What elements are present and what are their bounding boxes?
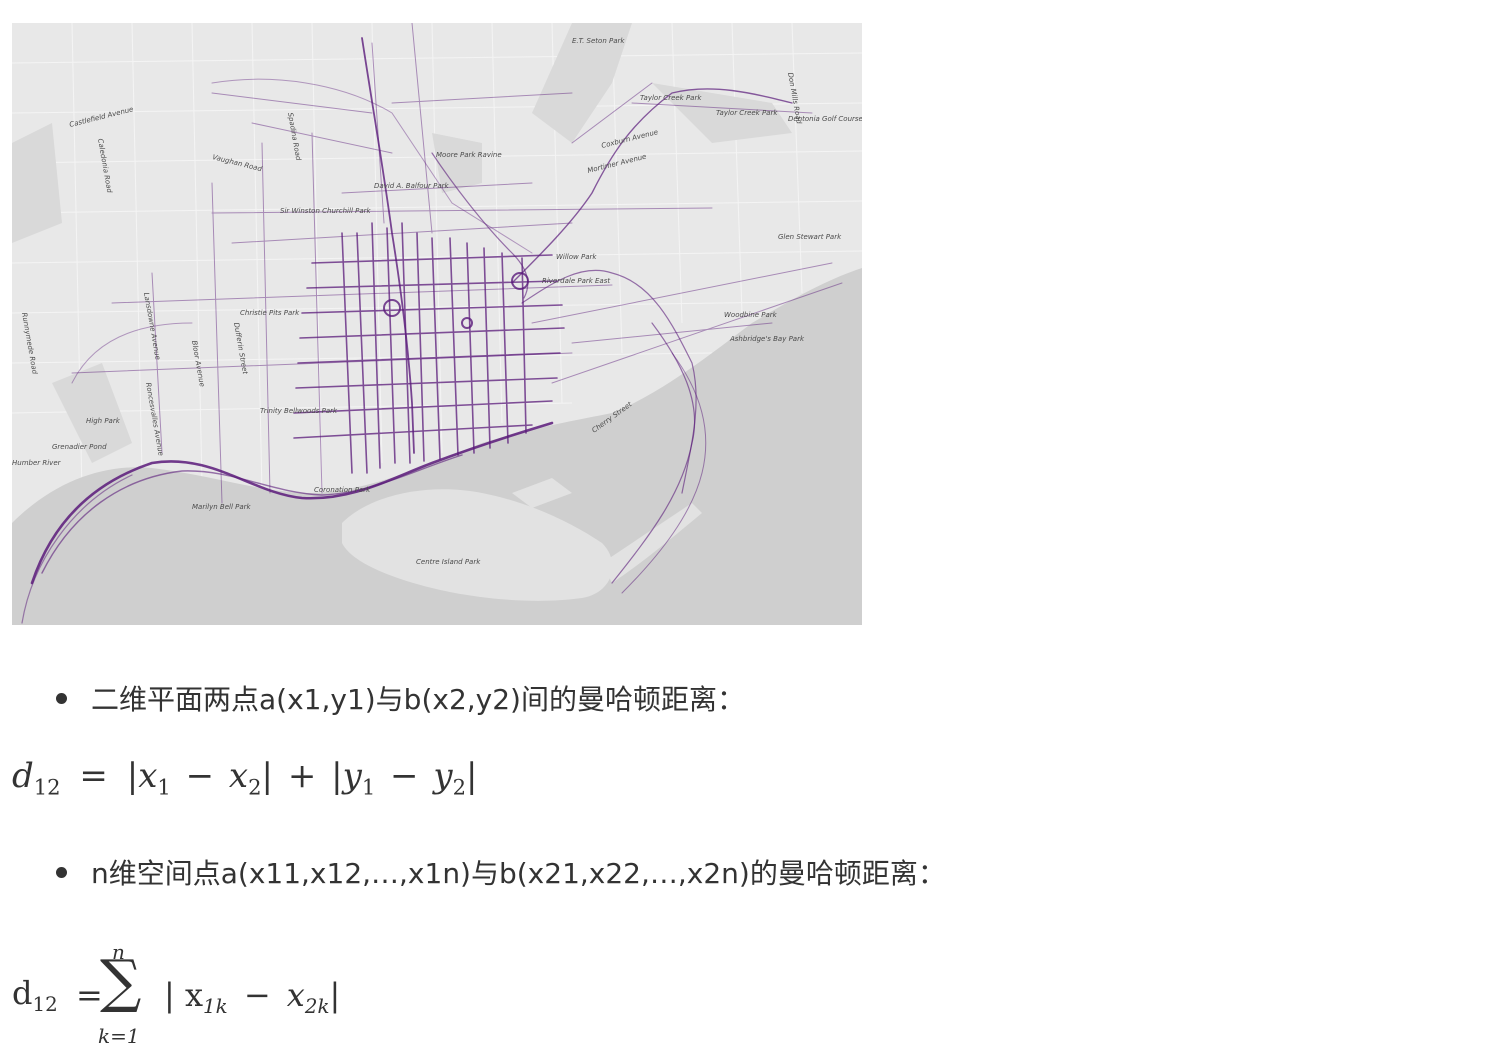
map-label: Woodbine Park — [724, 311, 778, 319]
formula-symbol: x — [228, 756, 249, 796]
formula-operator: = — [79, 756, 108, 796]
map-label: Grenadier Pond — [52, 443, 107, 451]
map-svg: E.T. Seton Park Taylor Creek Park Taylor… — [12, 23, 862, 625]
abs-bar: | — [261, 756, 273, 796]
formula-symbol: y — [433, 756, 453, 796]
formula-subscript: 2 — [452, 774, 466, 800]
sum-symbol: ∑ — [100, 947, 142, 1015]
map-label: High Park — [86, 417, 121, 425]
map-label: Trinity Bellwoods Park — [260, 407, 338, 415]
map-label: Centre Island Park — [416, 558, 481, 566]
formula-operator: + — [287, 756, 317, 796]
map-label: Willow Park — [556, 253, 597, 261]
map-label: Riverdale Park East — [542, 277, 610, 285]
formula-operator: − — [390, 756, 419, 796]
abs-bar: | — [466, 756, 478, 796]
formula-2d-manhattan: d12 = |x1 − x2| + |y1 − y2| — [12, 756, 477, 799]
formula-subscript: 2k — [304, 994, 330, 1018]
bullet-dot — [56, 693, 67, 704]
formula-subscript: 2 — [248, 774, 262, 800]
abs-bar: | — [164, 976, 175, 1014]
formula-subscript: 1 — [361, 774, 376, 800]
map-label: Glen Stewart Park — [778, 233, 842, 241]
formula-subscript: 1 — [157, 774, 171, 800]
map-label: Taylor Creek Park — [640, 94, 702, 102]
abs-bar: | — [331, 756, 343, 796]
bullet-text: n维空间点a(x11,x12,…,x1n)与b(x21,x22,…,x2n)的曼… — [91, 857, 946, 890]
map-label: Humber River — [12, 459, 62, 467]
formula-lhs: d12 — [12, 974, 58, 1016]
sum-lower-limit: k=1 — [98, 1024, 140, 1048]
map-label: Coronation Park — [314, 486, 371, 494]
toronto-route-map: E.T. Seton Park Taylor Creek Park Taylor… — [12, 23, 862, 625]
formula-symbol: x — [138, 756, 158, 796]
formula-operator: − — [185, 756, 215, 796]
formula-subscript: 12 — [33, 774, 61, 800]
formula-symbol: d — [12, 756, 34, 796]
bullet-dot — [56, 867, 67, 878]
formula-symbol: y — [342, 756, 362, 796]
abs-bar: | — [126, 756, 139, 796]
formula-operator: − — [243, 976, 271, 1014]
abs-bar: | — [329, 976, 341, 1014]
map-label: Christie Pits Park — [240, 309, 300, 317]
formula-body: | x1k − x2k| — [164, 976, 340, 1018]
formula-subscript: 1k — [203, 994, 228, 1018]
map-label: Ashbridge's Bay Park — [729, 335, 805, 343]
formula-symbol: x — [184, 976, 203, 1014]
map-label: Sir Winston Churchill Park — [280, 207, 372, 215]
map-label: Taylor Creek Park — [716, 109, 778, 117]
map-label: E.T. Seton Park — [572, 37, 625, 45]
formula-operator: = — [76, 976, 103, 1014]
bullet-text: 二维平面两点a(x1,y1)与b(x2,y2)间的曼哈顿距离： — [91, 683, 745, 716]
map-label: Moore Park Ravine — [436, 151, 502, 159]
map-label: David A. Balfour Park — [374, 182, 450, 190]
formula-symbol: x — [286, 976, 305, 1014]
formula-nd-manhattan: d12 = n ∑ k=1 | x1k − x2k| — [12, 938, 372, 1050]
map-label: Marilyn Bell Park — [192, 503, 252, 511]
formula-subscript: 12 — [32, 992, 58, 1016]
formula-symbol: d — [12, 974, 33, 1012]
